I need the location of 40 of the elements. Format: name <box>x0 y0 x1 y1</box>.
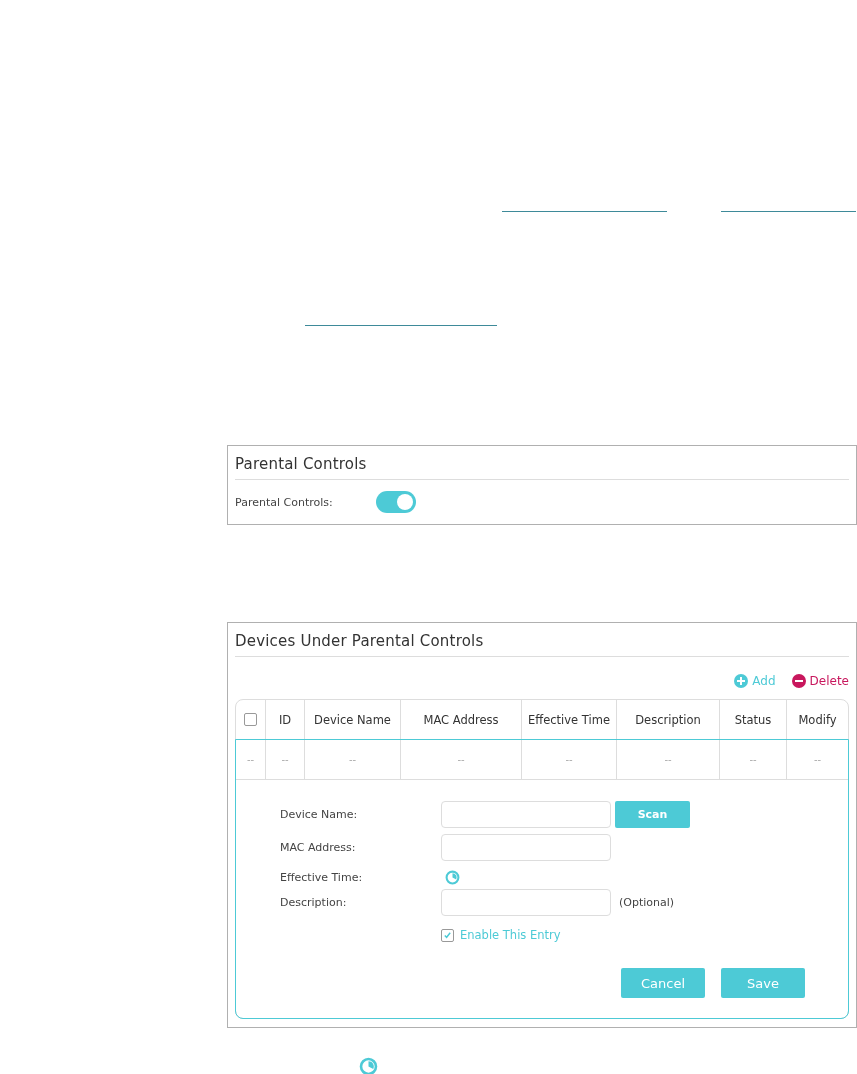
table-cell: -- <box>720 740 787 780</box>
clock-icon <box>445 869 460 885</box>
table-cell: -- <box>617 740 720 780</box>
scan-button[interactable]: Scan <box>615 801 690 828</box>
optional-note: (Optional) <box>619 896 675 909</box>
delete-link[interactable]: Delete <box>791 674 849 688</box>
table-cell: -- <box>522 740 617 780</box>
column-header: Status <box>720 700 787 739</box>
field-label: MAC Address: <box>280 841 357 854</box>
input-field[interactable] <box>441 801 611 828</box>
field-label: Effective Time: <box>280 870 364 884</box>
checkbox[interactable] <box>441 928 454 942</box>
add-link[interactable]: Add <box>734 674 776 688</box>
save-button[interactable]: Save <box>721 968 805 998</box>
panel-title: Devices Under Parental Controls <box>235 623 849 657</box>
table-cell: -- <box>266 740 305 780</box>
column-header: ID <box>266 700 305 739</box>
checkbox-label[interactable]: Enable This Entry <box>460 928 561 942</box>
table-cell: -- <box>401 740 522 780</box>
toggle-switch[interactable] <box>376 491 416 513</box>
checkbox[interactable] <box>244 713 257 726</box>
field-label: Parental Controls: <box>235 495 334 509</box>
plus-icon <box>734 674 749 688</box>
cancel-button[interactable]: Cancel <box>621 968 705 998</box>
clock-icon <box>359 1057 378 1074</box>
input-field[interactable] <box>441 834 611 861</box>
column-header: MAC Address <box>401 700 522 739</box>
table-cell: -- <box>787 740 848 780</box>
minus-icon <box>791 674 806 688</box>
column-header: Modify <box>797 711 838 729</box>
column-header: Effective Time <box>522 700 617 739</box>
column-header: Device Name <box>305 700 401 739</box>
check-icon <box>443 930 452 940</box>
table-cell: -- <box>305 740 401 780</box>
panel-title: Parental Controls <box>235 446 849 480</box>
field-label: Description: <box>280 896 348 909</box>
field-label: Device Name: <box>280 808 359 821</box>
table-cell: -- <box>236 740 266 780</box>
input-field[interactable] <box>441 889 611 916</box>
column-header: Description <box>617 700 720 739</box>
